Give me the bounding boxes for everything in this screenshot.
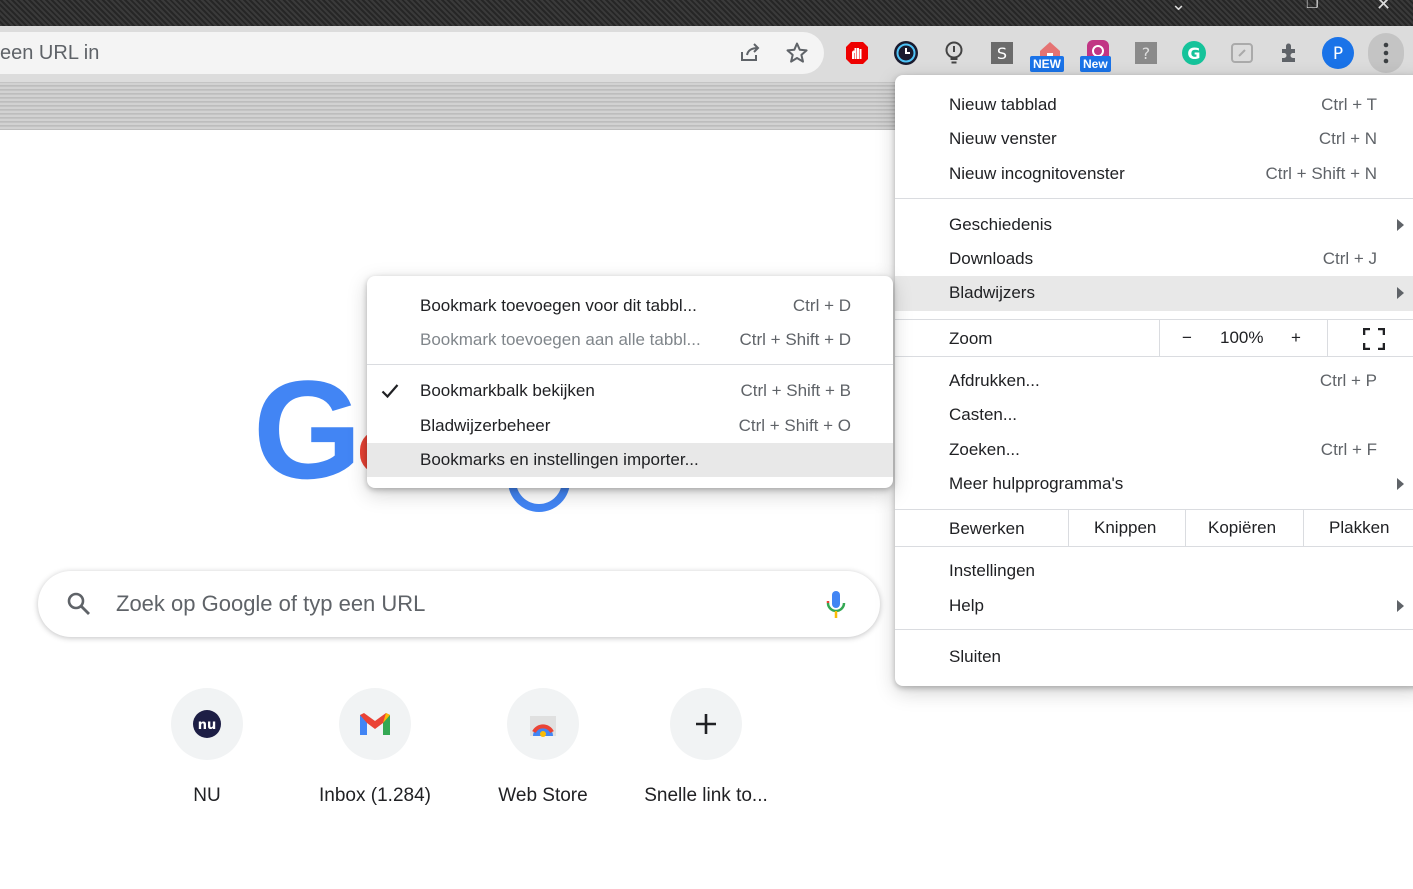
- shortcut-label: Snelle link to...: [644, 785, 768, 806]
- menu-item-new-window[interactable]: Nieuw venster Ctrl + N: [895, 122, 1413, 156]
- minimize-icon[interactable]: ⌄: [1171, 0, 1186, 15]
- menu-item-add-bookmark[interactable]: Bookmark toevoegen voor dit tabbl... Ctr…: [367, 289, 893, 323]
- zoom-in-button[interactable]: +: [1291, 328, 1301, 348]
- paste-button[interactable]: Plakken: [1329, 518, 1389, 538]
- share-icon[interactable]: [737, 40, 763, 66]
- omnibox[interactable]: een URL in: [0, 32, 824, 74]
- star-icon[interactable]: [784, 40, 810, 66]
- zoom-label: Zoom: [949, 329, 993, 348]
- shortcut-label: Inbox (1.284): [319, 785, 431, 806]
- profile-avatar[interactable]: P: [1322, 37, 1354, 69]
- menu-separator: [367, 364, 893, 365]
- svg-text:S: S: [997, 44, 1007, 63]
- menu-item-bookmark-all-tabs[interactable]: Bookmark toevoegen aan alle tabbl... Ctr…: [367, 323, 893, 357]
- menu-item-help[interactable]: Help: [895, 589, 1413, 623]
- submenu-arrow-icon: [1397, 219, 1404, 231]
- menu-item-cast[interactable]: Casten...: [895, 398, 1413, 432]
- profile-letter: P: [1333, 44, 1343, 64]
- svg-text:nu: nu: [198, 718, 217, 733]
- submenu-arrow-icon: [1397, 600, 1404, 612]
- menu-item-new-incognito[interactable]: Nieuw incognitovenster Ctrl + Shift + N: [895, 157, 1413, 191]
- menu-icon[interactable]: [1368, 33, 1404, 73]
- menu-separator: [895, 629, 1413, 630]
- shortcut-label: Web Store: [498, 785, 588, 806]
- menu-item-bookmarks[interactable]: Bladwijzers: [895, 276, 1413, 311]
- add-icon[interactable]: [670, 688, 742, 760]
- menu-item-bookmark-manager[interactable]: Bladwijzerbeheer Ctrl + Shift + O: [367, 409, 893, 443]
- grammarly-icon[interactable]: G: [1180, 39, 1208, 67]
- checkmark-icon: [381, 383, 399, 399]
- microphone-icon[interactable]: [825, 589, 847, 621]
- shortcut-web-store[interactable]: Web Store: [459, 688, 627, 807]
- web-store-icon[interactable]: [507, 688, 579, 760]
- edit-label: Bewerken: [949, 519, 1025, 538]
- puzzle-icon[interactable]: [1276, 39, 1304, 67]
- shortcut-inbox[interactable]: Inbox (1.284): [291, 688, 459, 807]
- cut-button[interactable]: Knippen: [1094, 518, 1156, 538]
- shortcut-label: NU: [193, 785, 221, 806]
- new-badge: NEW: [1030, 56, 1064, 72]
- search-icon: [66, 591, 92, 617]
- clock-icon[interactable]: [892, 39, 920, 67]
- menu-item-print[interactable]: Afdrukken... Ctrl + P: [895, 364, 1413, 398]
- gmail-icon[interactable]: [339, 688, 411, 760]
- s-icon[interactable]: S: [988, 39, 1016, 67]
- zoom-out-button[interactable]: −: [1182, 328, 1192, 348]
- menu-item-new-tab[interactable]: Nieuw tabblad Ctrl + T: [895, 88, 1413, 122]
- menu-item-history[interactable]: Geschiedenis: [895, 208, 1413, 242]
- bookmarks-submenu: Bookmark toevoegen voor dit tabbl... Ctr…: [367, 276, 893, 488]
- search-box[interactable]: Zoek op Google of typ een URL: [38, 571, 880, 637]
- shortcut-add[interactable]: Snelle link to...: [622, 688, 790, 807]
- svg-text:G: G: [1187, 44, 1200, 63]
- copy-button[interactable]: Kopiëren: [1208, 518, 1276, 538]
- zoom-row: Zoom − 100% +: [895, 319, 1413, 357]
- svg-text:?: ?: [1142, 44, 1151, 63]
- zoom-value: 100%: [1220, 328, 1264, 347]
- ublock-icon[interactable]: [843, 39, 871, 67]
- shortcut-nu[interactable]: nu NU: [123, 688, 291, 807]
- edit-row: Bewerken Knippen Kopiëren Plakken: [895, 509, 1413, 547]
- new-badge: New: [1080, 56, 1111, 72]
- menu-item-find[interactable]: Zoeken... Ctrl + F: [895, 433, 1413, 467]
- bulb-icon[interactable]: [940, 39, 968, 67]
- restore-icon[interactable]: ❐: [1306, 0, 1319, 12]
- title-bar: ⌄ ❐ ✕: [0, 0, 1413, 26]
- menu-item-more-tools[interactable]: Meer hulpprogramma's: [895, 467, 1413, 501]
- menu-item-import-bookmarks[interactable]: Bookmarks en instellingen importer...: [367, 443, 893, 477]
- tab-icon[interactable]: [1228, 39, 1256, 67]
- menu-separator: [895, 198, 1413, 199]
- chrome-main-menu: Nieuw tabblad Ctrl + T Nieuw venster Ctr…: [895, 75, 1413, 686]
- omnibox-text[interactable]: een URL in: [0, 42, 99, 65]
- menu-item-settings[interactable]: Instellingen: [895, 554, 1413, 588]
- question-icon[interactable]: ?: [1132, 39, 1160, 67]
- nu-icon[interactable]: nu: [171, 688, 243, 760]
- close-icon[interactable]: ✕: [1376, 0, 1391, 15]
- google-logo-g: G: [253, 351, 362, 508]
- menu-item-downloads[interactable]: Downloads Ctrl + J: [895, 242, 1413, 276]
- fullscreen-icon[interactable]: [1362, 327, 1386, 351]
- submenu-arrow-icon: [1397, 478, 1404, 490]
- menu-item-exit[interactable]: Sluiten: [895, 640, 1413, 674]
- menu-item-show-bookmarks-bar[interactable]: Bookmarkbalk bekijken Ctrl + Shift + B: [367, 374, 893, 408]
- submenu-arrow-icon: [1397, 287, 1404, 299]
- search-input[interactable]: Zoek op Google of typ een URL: [116, 591, 425, 617]
- toolbar: een URL in S NEW New ? G P: [0, 26, 1413, 82]
